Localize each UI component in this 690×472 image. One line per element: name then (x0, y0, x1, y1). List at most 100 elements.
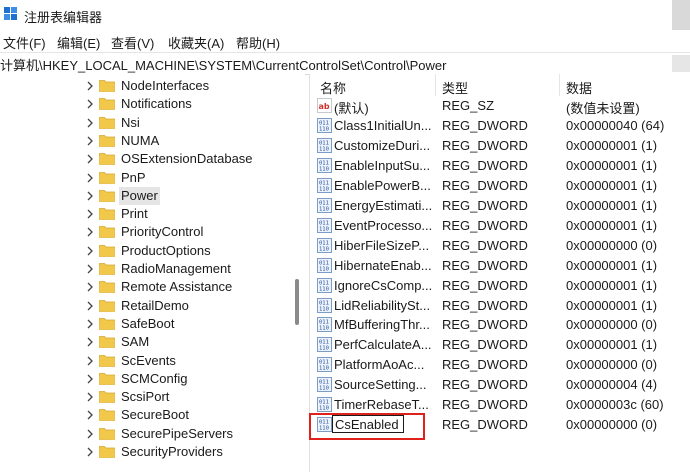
menu-view[interactable]: 查看(V) (111, 33, 154, 52)
value-data: 0x00000040 (64) (566, 117, 665, 133)
column-header-name[interactable]: 名称 (320, 78, 346, 97)
tree-item-label: SecurityProviders (121, 444, 223, 459)
string-value-icon: ab (317, 98, 332, 113)
value-type: REG_DWORD (442, 417, 528, 433)
value-type: REG_DWORD (442, 277, 528, 293)
list-row[interactable]: 011 110 EventProcesso... REG_DWORD 0x0000000… (312, 216, 690, 236)
tree-scrollbar-thumb[interactable] (295, 279, 299, 325)
folder-icon (99, 280, 115, 294)
chevron-right-icon[interactable] (85, 208, 95, 220)
chevron-right-icon[interactable] (85, 226, 95, 238)
chevron-right-icon[interactable] (85, 153, 95, 165)
chevron-right-icon[interactable] (85, 318, 95, 330)
chevron-right-icon[interactable] (85, 263, 95, 275)
value-type: REG_DWORD (442, 177, 528, 193)
value-name: LidReliabilitySt... (334, 297, 431, 313)
chevron-right-icon[interactable] (85, 135, 95, 147)
key-tree[interactable]: NodeInterfaces Notifications Nsi NUMA OSExte… (0, 74, 305, 472)
registry-editor-icon (4, 7, 18, 21)
chevron-right-icon[interactable] (85, 281, 95, 293)
chevron-right-icon[interactable] (85, 355, 95, 367)
list-row[interactable]: 011 110 IgnoreCsComp... REG_DWORD 0x00000001… (312, 276, 690, 296)
list-row[interactable]: 011 110 LidReliabilitySt... REG_DWORD 0x0000… (312, 296, 690, 316)
list-row[interactable]: 011 110 HibernateEnab... REG_DWORD 0x0000000… (312, 256, 690, 276)
value-type: REG_DWORD (442, 197, 528, 213)
value-name: Class1InitialUn... (334, 117, 432, 133)
tree-item-label: PriorityControl (121, 224, 204, 240)
chevron-right-icon[interactable] (85, 446, 95, 458)
tree-item-label: ScsiPort (121, 389, 170, 405)
address-bar[interactable]: 计算机\HKEY_LOCAL_MACHINE\SYSTEM\CurrentCon… (0, 52, 690, 75)
svg-text:110: 110 (319, 306, 329, 312)
folder-icon (99, 317, 115, 330)
svg-text:110: 110 (319, 166, 329, 172)
title-bar: 注册表编辑器 (0, 0, 690, 30)
list-row[interactable]: 011 110 SourceSetting... REG_DWORD 0x0000000… (312, 375, 690, 395)
chevron-right-icon[interactable] (85, 190, 95, 202)
menu-edit[interactable]: 编辑(E) (57, 33, 100, 52)
list-row[interactable]: ab (默认) REG_SZ (数值未设置) (312, 96, 690, 116)
value-type: REG_DWORD (442, 317, 528, 333)
value-data: 0x00000004 (4) (566, 377, 658, 393)
menu-bar: 文件(F) 编辑(E) 查看(V) 收藏夹(A) 帮助(H) (0, 30, 690, 52)
chevron-right-icon[interactable] (85, 245, 95, 257)
folder-icon (99, 299, 115, 312)
column-separator[interactable] (435, 74, 436, 96)
chevron-right-icon[interactable] (85, 80, 95, 92)
chevron-right-icon[interactable] (85, 98, 95, 110)
menu-help[interactable]: 帮助(H) (236, 33, 280, 52)
list-row[interactable]: 011 110 MfBufferingThr... REG_DWORD 0x000000… (312, 315, 690, 335)
value-name: EventProcesso... (334, 217, 433, 233)
tree-item-label: Print (121, 206, 148, 222)
chevron-right-icon[interactable] (85, 172, 95, 184)
value-type: REG_DWORD (442, 157, 528, 173)
list-row[interactable]: 011 110 PerfCalculateA... REG_DWORD 0x000000… (312, 335, 690, 355)
tree-item-label: NodeInterfaces (121, 78, 210, 93)
value-data: 0x00000001 (1) (566, 217, 658, 233)
list-row[interactable]: 011 110 EnableInputSu... REG_DWORD 0x0000000… (312, 156, 690, 176)
value-type: REG_DWORD (442, 337, 528, 353)
chevron-right-icon[interactable] (85, 336, 95, 348)
list-row[interactable]: 011 110 HiberFileSizeP... REG_DWORD 0x000000… (312, 236, 690, 256)
dword-value-icon: 011 110 (317, 357, 332, 373)
dword-value-icon: 011 110 (317, 137, 332, 153)
value-type: REG_DWORD (442, 117, 528, 133)
folder-icon (99, 189, 115, 202)
window-title: 注册表编辑器 (24, 10, 103, 25)
dword-value-icon: 011 110 (317, 117, 332, 133)
column-separator[interactable] (559, 74, 560, 96)
chevron-right-icon[interactable] (85, 117, 95, 129)
address-path[interactable]: 计算机\HKEY_LOCAL_MACHINE\SYSTEM\CurrentCon… (0, 55, 446, 74)
value-name: TimerRebaseT... (334, 397, 429, 413)
tree-item-label: PnP (121, 169, 146, 185)
tree-item-label: SafeBoot (121, 315, 175, 331)
list-row[interactable]: 011 110 CustomizeDuri... REG_DWORD 0x0000000… (312, 136, 690, 156)
menu-file[interactable]: 文件(F) (3, 33, 46, 52)
column-header-type[interactable]: 类型 (442, 78, 468, 97)
menu-favorites[interactable]: 收藏夹(A) (168, 33, 224, 52)
list-row[interactable]: 011 110 EnergyEstimati... REG_DWORD 0x000000… (312, 196, 690, 216)
chevron-right-icon[interactable] (85, 373, 95, 385)
chevron-right-icon[interactable] (85, 391, 95, 403)
column-header-data[interactable]: 数据 (566, 78, 592, 97)
value-name: PlatformAoAc... (334, 357, 425, 373)
chevron-right-icon[interactable] (85, 300, 95, 312)
value-data: 0x00000001 (1) (566, 137, 658, 153)
address-bar-end (672, 55, 690, 72)
dword-value-icon: 011 110 (317, 277, 332, 293)
value-name: EnergyEstimati... (334, 197, 433, 213)
svg-text:110: 110 (319, 126, 329, 132)
chevron-right-icon[interactable] (85, 428, 95, 440)
tree-item-label: SecureBoot (121, 407, 189, 423)
list-row[interactable]: 011 110 EnablePowerB... REG_DWORD 0x00000001… (312, 176, 690, 196)
dword-value-icon: 011 110 (317, 337, 332, 353)
value-data: 0x00000001 (1) (566, 277, 658, 293)
value-type: REG_DWORD (442, 237, 528, 253)
list-row[interactable]: 011 110 Class1InitialUn... REG_DWORD 0x00000… (312, 116, 690, 136)
folder-icon (99, 335, 115, 349)
value-type: REG_DWORD (442, 217, 528, 233)
tree-item-label: RetailDemo (121, 297, 189, 313)
window-control[interactable] (672, 0, 690, 30)
chevron-right-icon[interactable] (85, 409, 95, 421)
list-row[interactable]: 011 110 PlatformAoAc... REG_DWORD 0x00000000… (312, 355, 690, 375)
